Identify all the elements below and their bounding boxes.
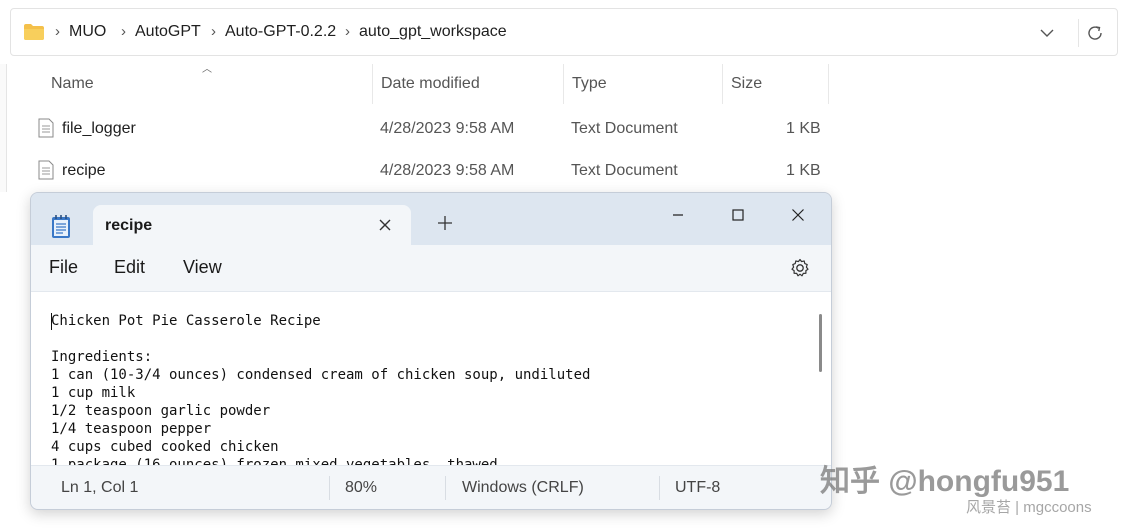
chevron-down-icon (1040, 29, 1054, 37)
file-size: 1 KB (786, 120, 821, 137)
breadcrumb-muo[interactable]: MUO (69, 23, 106, 41)
breadcrumb-workspace[interactable]: auto_gpt_workspace (359, 23, 507, 41)
file-row-file-logger[interactable]: file_logger 4/28/2023 9:58 AM Text Docum… (30, 109, 830, 149)
status-divider (445, 476, 446, 500)
tab-recipe[interactable]: recipe (93, 205, 411, 247)
column-divider[interactable] (722, 64, 723, 104)
text-file-icon (38, 160, 54, 180)
column-divider[interactable] (563, 64, 564, 104)
title-bar[interactable]: recipe (31, 193, 831, 247)
text-file-icon (38, 118, 54, 138)
text-caret (51, 313, 52, 330)
notepad-window: recipe File Edit View Chicken Pot Pie Ca… (30, 192, 832, 510)
status-divider (329, 476, 330, 500)
close-icon (792, 209, 804, 221)
gear-icon[interactable] (789, 257, 811, 279)
navigation-pane-edge (0, 64, 7, 192)
cursor-position: Ln 1, Col 1 (61, 479, 139, 496)
file-name: recipe (62, 162, 106, 179)
minimize-button[interactable] (663, 203, 693, 227)
watermark-secondary: 风景苔 | mgccoons (966, 499, 1092, 516)
close-icon[interactable] (375, 215, 395, 235)
address-history-button[interactable] (1035, 21, 1059, 45)
folder-icon (24, 24, 44, 40)
zoom-level: 80% (345, 479, 378, 496)
menu-view[interactable]: View (183, 257, 222, 278)
breadcrumb-separator: › (121, 23, 126, 40)
file-name: file_logger (62, 120, 136, 137)
notepad-app-icon (52, 215, 70, 238)
address-bar[interactable]: › MUO › AutoGPT › Auto-GPT-0.2.2 › auto_… (10, 8, 1118, 56)
refresh-icon (1088, 26, 1102, 40)
file-date: 4/28/2023 9:58 AM (380, 120, 515, 137)
column-header-name[interactable]: Name (51, 64, 94, 104)
watermark: 知乎 @hongfu951 (820, 465, 1070, 498)
menu-file[interactable]: File (49, 257, 78, 278)
menu-edit[interactable]: Edit (114, 257, 145, 278)
status-divider (659, 476, 660, 500)
text-editor[interactable]: Chicken Pot Pie Casserole Recipe Ingredi… (31, 291, 831, 466)
document-content[interactable]: Chicken Pot Pie Casserole Recipe Ingredi… (51, 312, 590, 466)
column-divider[interactable] (372, 64, 373, 104)
column-header-size[interactable]: Size (731, 64, 762, 104)
status-bar: Ln 1, Col 1 80% Windows (CRLF) UTF-8 (31, 465, 831, 509)
column-header-type[interactable]: Type (572, 64, 607, 104)
column-divider[interactable] (828, 64, 829, 104)
new-tab-icon[interactable] (437, 215, 453, 231)
breadcrumb-autogpt[interactable]: AutoGPT (135, 23, 201, 41)
close-window-button[interactable] (783, 203, 813, 227)
file-date: 4/28/2023 9:58 AM (380, 162, 515, 179)
encoding: UTF-8 (675, 479, 721, 496)
sort-ascending-icon: ︿ (202, 64, 212, 75)
file-type: Text Document (571, 120, 678, 137)
vertical-scrollbar[interactable] (819, 314, 822, 372)
refresh-button[interactable] (1083, 21, 1107, 45)
line-ending: Windows (CRLF) (462, 479, 584, 496)
maximize-icon (732, 209, 744, 221)
column-header-date-modified[interactable]: Date modified (381, 64, 480, 104)
file-row-recipe[interactable]: recipe 4/28/2023 9:58 AM Text Document 1… (30, 151, 830, 191)
minimize-icon (673, 214, 683, 216)
breadcrumb-separator: › (211, 23, 216, 40)
breadcrumb-separator: › (55, 23, 60, 40)
breadcrumb-auto-gpt-version[interactable]: Auto-GPT-0.2.2 (225, 23, 336, 41)
menu-bar: File Edit View (31, 245, 831, 291)
maximize-button[interactable] (723, 203, 753, 227)
divider (1078, 19, 1079, 47)
breadcrumb-separator: › (345, 23, 350, 40)
file-type: Text Document (571, 162, 678, 179)
file-size: 1 KB (786, 162, 821, 179)
tab-title: recipe (105, 217, 153, 234)
